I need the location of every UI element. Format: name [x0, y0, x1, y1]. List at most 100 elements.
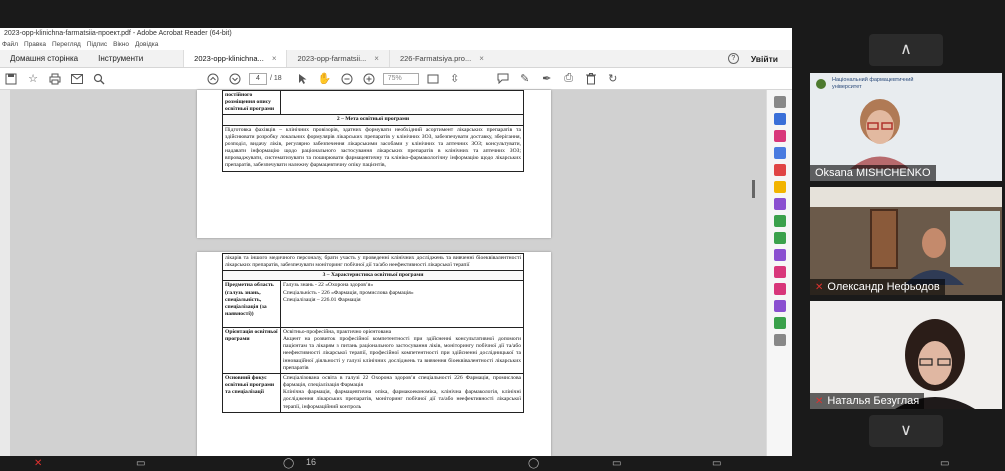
sign-icon[interactable]: ✒	[536, 68, 558, 90]
doc-tab-2[interactable]: 2023-opp-farmatsii... ×	[286, 50, 388, 67]
tab-home[interactable]: Домашня сторінка	[0, 50, 88, 67]
fit-page-icon[interactable]	[422, 68, 444, 90]
star-icon[interactable]: ☆	[22, 68, 44, 90]
doc-tab-3[interactable]: 226-Farmatsiya.pro... ×	[388, 50, 494, 67]
delete-icon[interactable]	[580, 68, 602, 90]
page-up-icon[interactable]	[202, 68, 224, 90]
table-row: Орієнтація освітньої програми Освітньо-п…	[222, 326, 524, 374]
menu-file[interactable]: Файл	[2, 40, 18, 50]
vertical-scrollbar[interactable]	[752, 90, 758, 456]
combine-files-icon[interactable]	[773, 164, 786, 176]
window-title: 2023-opp-klinichna-farmatsiia-проект.pdf…	[0, 28, 792, 40]
zoom-level-input[interactable]: 75%	[382, 72, 419, 85]
save-icon[interactable]	[0, 68, 22, 90]
participant-tile[interactable]: ✕ Наталья Безуглая	[810, 301, 1002, 409]
participant-name-tag: ✕ Наталья Безуглая	[810, 393, 925, 409]
table-cell-label: постійного розміщення опису освітньої пр…	[222, 89, 281, 116]
print-icon[interactable]	[44, 68, 66, 90]
hand-tool-icon[interactable]: ✋	[314, 68, 336, 90]
menu-help[interactable]: Довідка	[135, 40, 158, 50]
row-line: Акцент на розвиток професійної компетент…	[283, 336, 521, 371]
scroll-down-button[interactable]: ∨	[869, 415, 943, 447]
create-pdf-icon[interactable]	[773, 147, 786, 159]
stamp-icon[interactable]: ⎙	[558, 68, 580, 90]
participant-name: Oksana MISHCHENKO	[810, 165, 936, 181]
page-down-icon[interactable]	[224, 68, 246, 90]
certificates-icon[interactable]	[773, 317, 786, 329]
end-meeting-icon[interactable]: ▭	[940, 458, 949, 469]
comment-tool-icon[interactable]	[773, 181, 786, 193]
scrollbar-thumb[interactable]	[752, 180, 755, 198]
close-icon[interactable]: ×	[272, 54, 277, 63]
security-icon[interactable]: ◯	[283, 458, 294, 469]
left-panel-collapsed[interactable]	[0, 90, 10, 456]
pdf-page: лікарів та іншого медичного персоналу, б…	[197, 252, 551, 456]
tab-bar-right: ? Увійти	[727, 50, 792, 67]
menu-window[interactable]: Вікно	[113, 40, 129, 50]
tab-tools[interactable]: Інструменти	[88, 50, 183, 67]
tab-bar: Домашня сторінка Інструменти 2023-opp-kl…	[0, 50, 792, 68]
fill-sign-icon[interactable]	[773, 215, 786, 227]
document-area[interactable]: постійного розміщення опису освітньої пр…	[0, 89, 792, 456]
zoom-out-icon[interactable]	[336, 68, 358, 90]
chat-icon[interactable]: ◯	[528, 458, 539, 469]
participant-video	[850, 99, 910, 169]
organize-pages-icon[interactable]	[773, 198, 786, 210]
prepare-form-icon[interactable]	[773, 283, 786, 295]
page-total: / 18	[270, 75, 282, 82]
mute-icon[interactable]: ✕	[34, 458, 42, 469]
pdf-page: постійного розміщення опису освітньої пр…	[197, 89, 551, 238]
help-icon[interactable]: ?	[727, 53, 739, 64]
doc-tab-label: 226-Farmatsiya.pro...	[399, 54, 472, 63]
select-cursor-icon[interactable]	[292, 68, 314, 90]
search-icon[interactable]	[88, 68, 110, 90]
doc-tab-1[interactable]: 2023-opp-klinichna... ×	[183, 50, 287, 67]
menu-sign[interactable]: Підпис	[87, 40, 107, 50]
acrobat-window: 2023-opp-klinichna-farmatsiia-проект.pdf…	[0, 28, 792, 456]
menu-edit[interactable]: Правка	[24, 40, 46, 50]
participant-name: Наталья Безуглая	[827, 395, 920, 407]
row-label: Орієнтація освітньої програми	[222, 326, 281, 374]
send-review-icon[interactable]	[773, 232, 786, 244]
table-row: Предметна область (галузь знань, спеціал…	[222, 280, 524, 328]
sign-in-button[interactable]: Увійти	[751, 54, 778, 64]
page-number-input[interactable]: 4	[249, 72, 267, 85]
row-spacer	[283, 304, 521, 326]
section-header: 3 – Характеристика освітньої програми	[222, 270, 524, 282]
mic-muted-icon: ✕	[815, 396, 824, 407]
highlight-pen-icon[interactable]: ✎	[514, 68, 536, 90]
rotate-icon[interactable]: ↻	[602, 68, 624, 90]
participant-tile[interactable]: Національний фармацевтичний університет …	[810, 73, 1002, 181]
participant-tile[interactable]: ✕ Олександр Нефьодов	[810, 187, 1002, 295]
protect-icon[interactable]	[773, 249, 786, 261]
export-pdf-icon[interactable]	[773, 113, 786, 125]
share-screen-icon[interactable]: ▭	[612, 458, 621, 469]
participants-count[interactable]: 16	[306, 457, 316, 467]
row-line: Клінічна фармація, фармацевтична опіка, …	[283, 389, 521, 410]
program-table-part1: постійного розміщення опису освітньої пр…	[222, 89, 524, 172]
comment-icon[interactable]	[492, 68, 514, 90]
row-content: Спеціалізована освіта в галузі 22 Охорон…	[280, 372, 524, 413]
close-icon[interactable]: ×	[479, 54, 484, 63]
record-icon[interactable]: ▭	[712, 458, 721, 469]
mail-icon[interactable]	[66, 68, 88, 90]
row-line: Галузь знань - 22 «Охорона здоров’я»	[283, 282, 374, 289]
participant-name: Олександр Нефьодов	[827, 281, 940, 293]
scroll-mode-icon[interactable]: ⇳	[444, 68, 466, 90]
program-table-part2: лікарів та іншого медичного персоналу, б…	[222, 252, 524, 413]
row-label: Основний фокус освітньої програми та спе…	[222, 372, 281, 413]
video-icon[interactable]: ▭	[136, 458, 145, 469]
goal-text: Підготовка фахівців – клінічних провізор…	[222, 124, 524, 172]
mic-muted-icon: ✕	[815, 282, 824, 293]
redact-icon[interactable]	[773, 266, 786, 278]
toolbar: ☆ 4 / 18 ✋ 75% ⇳ ✎ ✒ ⎙ ↻	[0, 68, 792, 90]
more-tools-icon[interactable]	[773, 334, 786, 346]
screen: 2023-opp-klinichna-farmatsiia-проект.pdf…	[0, 0, 1005, 471]
scroll-up-button[interactable]: ∧	[869, 34, 943, 66]
zoom-in-icon[interactable]	[358, 68, 380, 90]
menu-view[interactable]: Перегляд	[52, 40, 81, 50]
close-icon[interactable]: ×	[374, 54, 379, 63]
zoom-tool-icon[interactable]	[773, 96, 786, 108]
edit-pdf-icon[interactable]	[773, 130, 786, 142]
compress-icon[interactable]	[773, 300, 786, 312]
